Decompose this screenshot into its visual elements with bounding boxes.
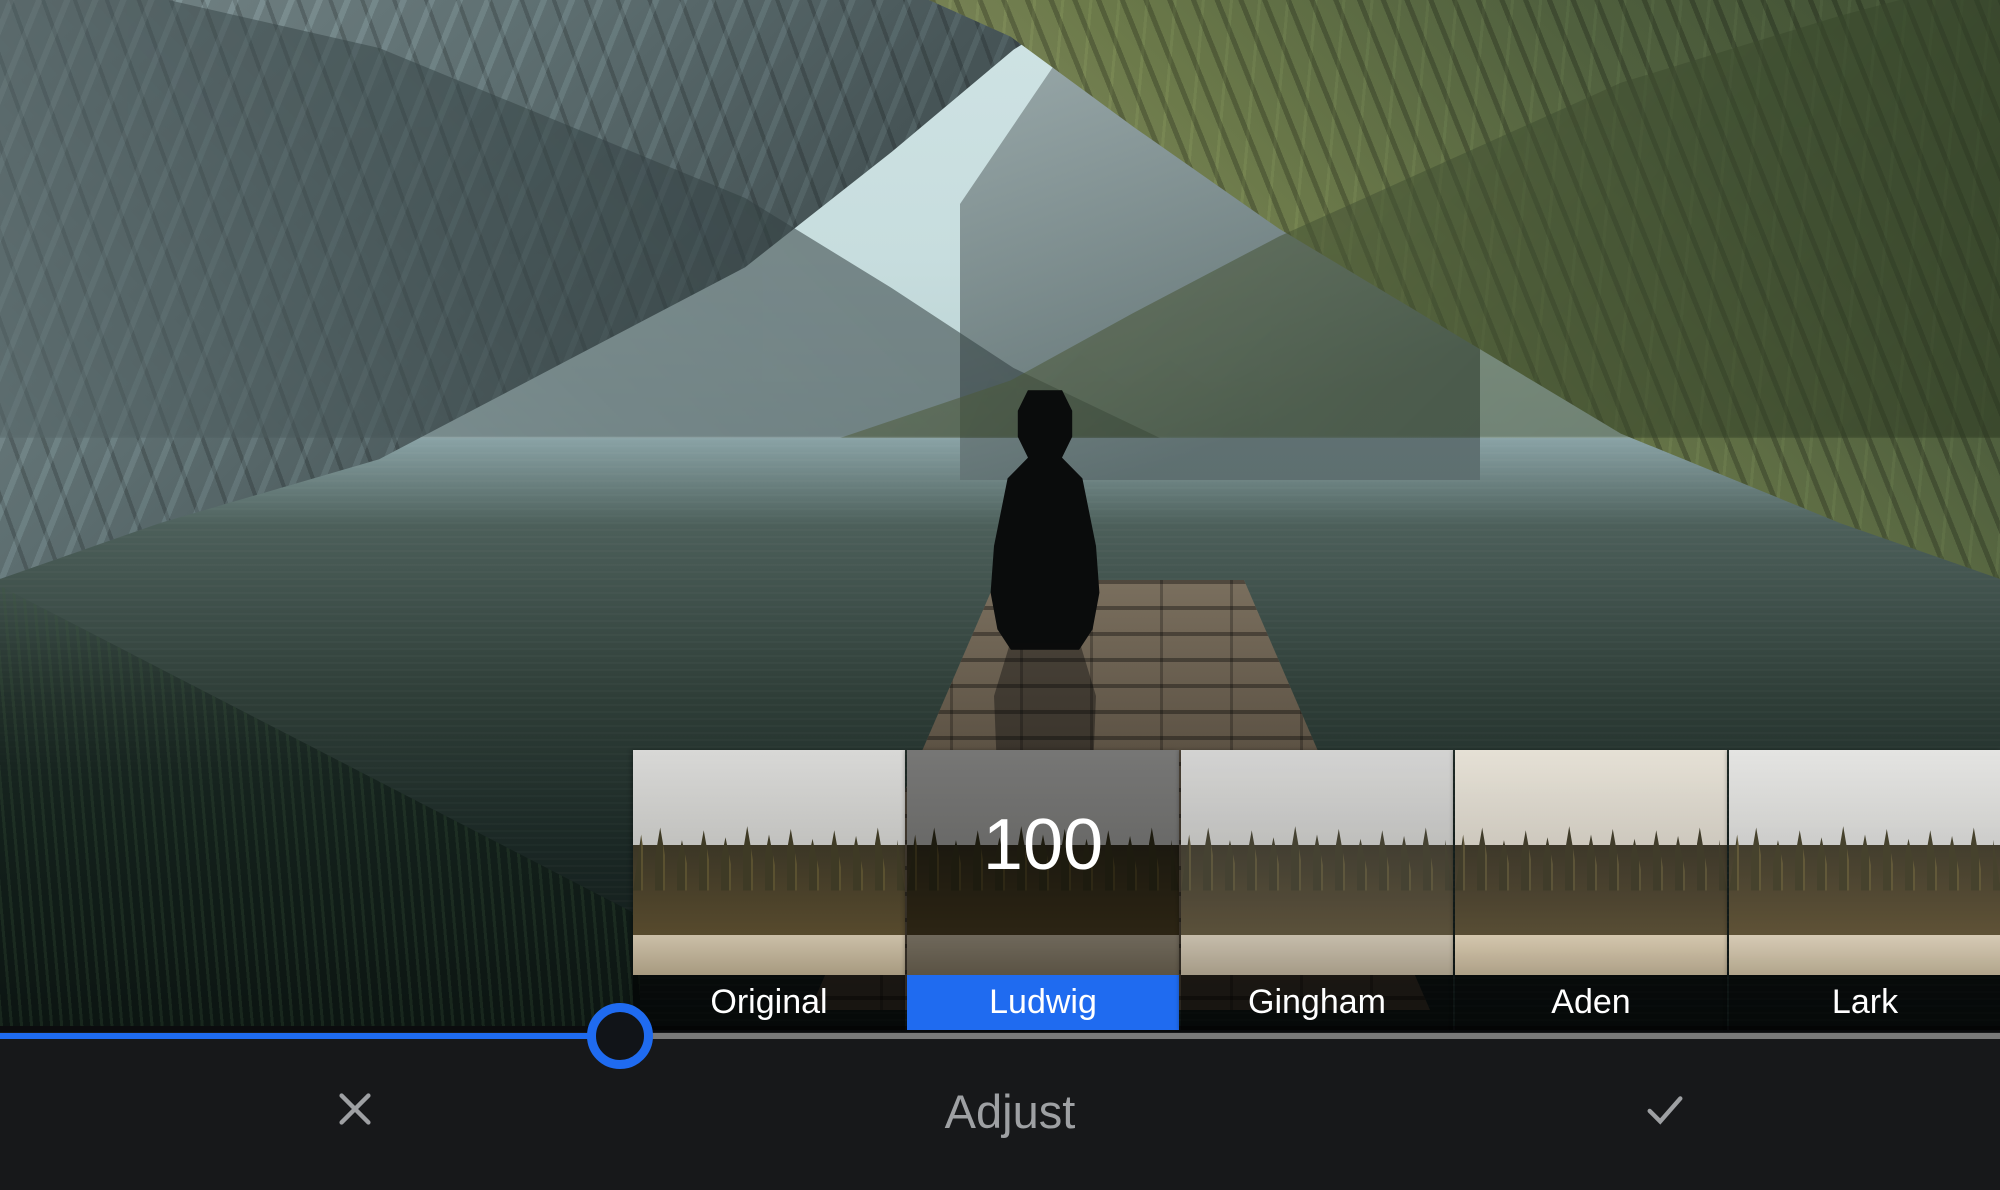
filter-thumb-original [633, 750, 905, 975]
slider-thumb[interactable] [587, 1003, 653, 1069]
filter-label: Ludwig [907, 975, 1179, 1030]
filter-label: Original [633, 975, 905, 1030]
toolbar-mode-label: Adjust [945, 1084, 1076, 1139]
filter-thumb-aden [1455, 750, 1727, 975]
filter-label: Aden [1455, 975, 1727, 1030]
filter-thumb-ludwig [907, 750, 1179, 975]
filter-tile-ludwig[interactable]: 100 Ludwig [907, 750, 1179, 1030]
filter-thumb-lark [1729, 750, 2000, 975]
cancel-button[interactable] [320, 1076, 390, 1146]
filter-strip[interactable]: Original 100 Ludwig Gingham Aden Lark [633, 750, 2000, 1030]
close-icon [332, 1086, 378, 1137]
confirm-button[interactable] [1630, 1076, 1700, 1146]
check-icon [1642, 1086, 1688, 1137]
filter-thumb-gingham [1181, 750, 1453, 975]
slider-fill [0, 1033, 620, 1039]
filter-tile-aden[interactable]: Aden [1455, 750, 1727, 1030]
filter-tile-lark[interactable]: Lark [1729, 750, 2000, 1030]
filter-label: Lark [1729, 975, 2000, 1030]
bottom-toolbar: Adjust [0, 1032, 2000, 1190]
filter-tile-original[interactable]: Original [633, 750, 905, 1030]
filter-tile-gingham[interactable]: Gingham [1181, 750, 1453, 1030]
filter-label: Gingham [1181, 975, 1453, 1030]
